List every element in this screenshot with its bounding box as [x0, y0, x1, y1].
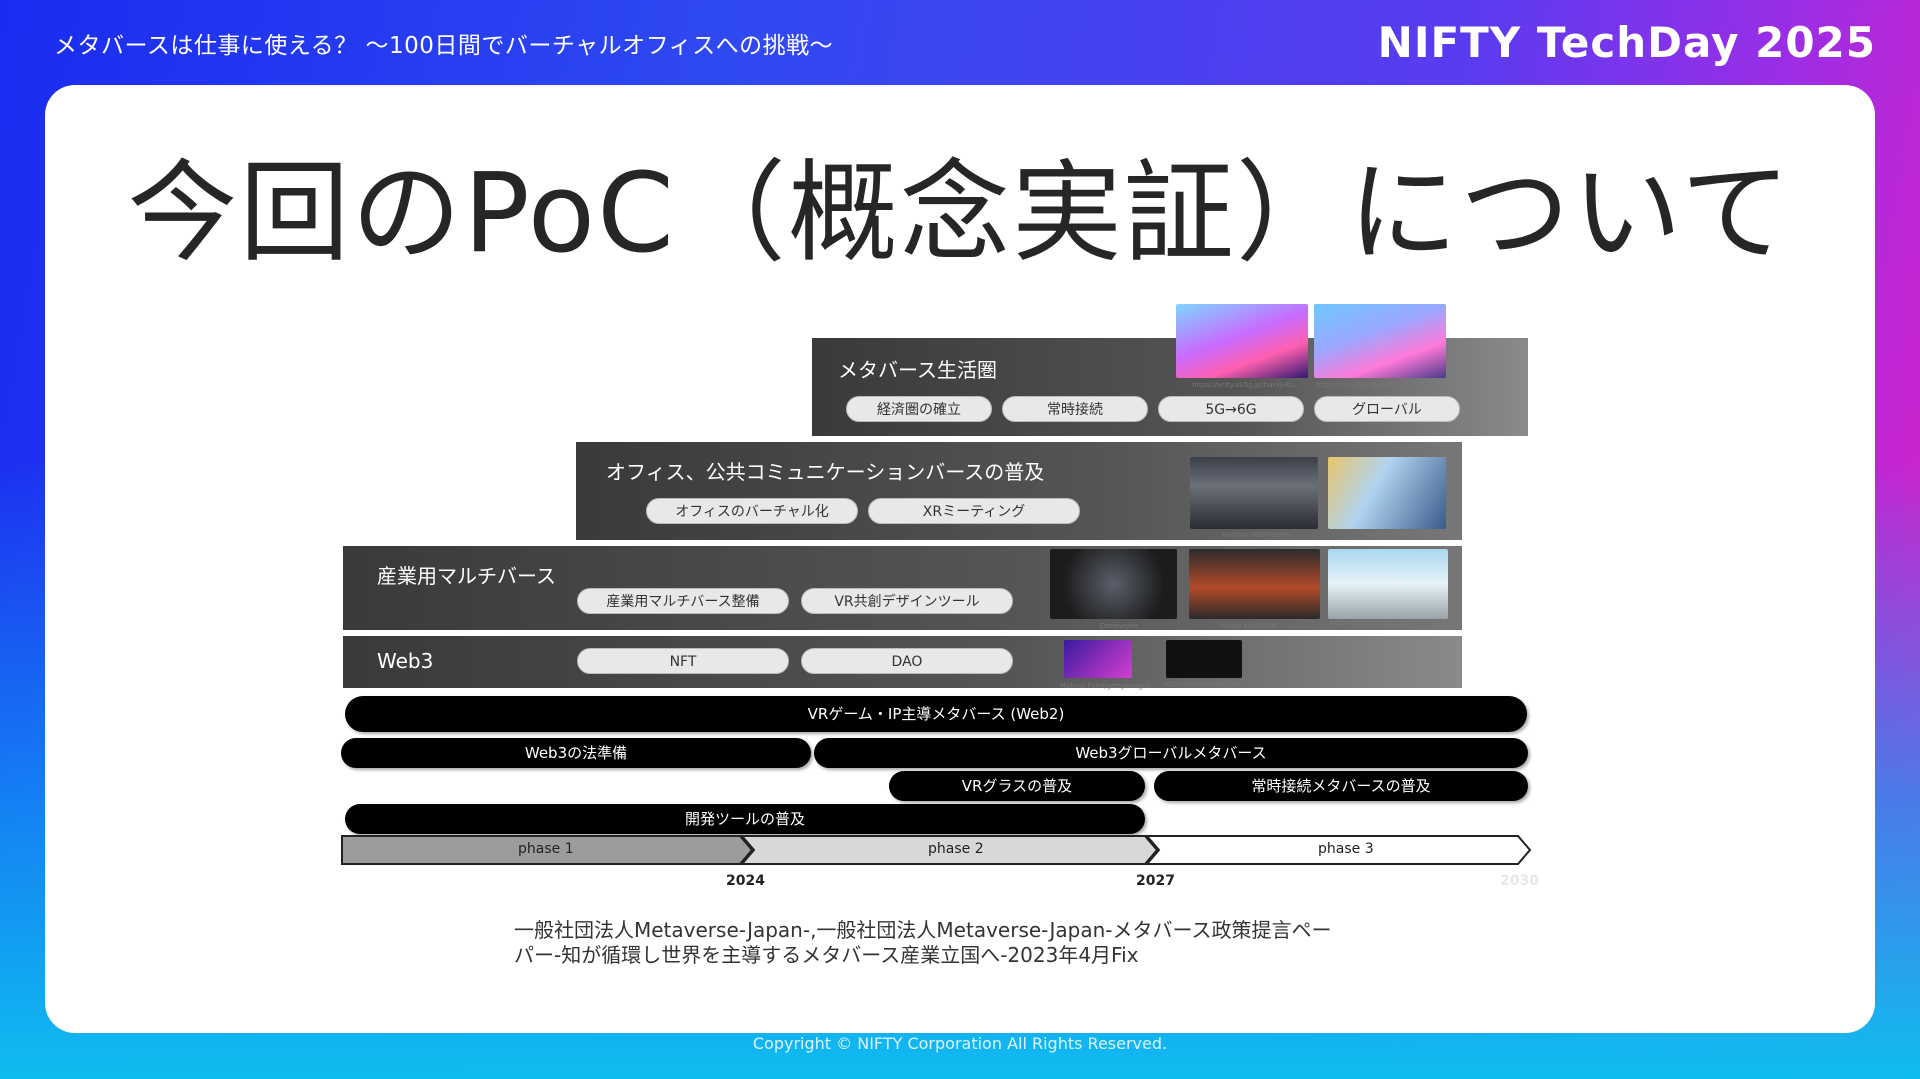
vr-design-image [1328, 549, 1448, 619]
citation-line-1: 一般社団法人Metaverse-Japan-,一般社団法人Metaverse-J… [514, 918, 1332, 942]
omniverse-image [1050, 549, 1177, 619]
pill-global: グローバル [1314, 396, 1460, 422]
image-caption: https://videotaku.com/... [1164, 680, 1250, 688]
pill-industrial-multiverse: 産業用マルチバース整備 [577, 588, 789, 614]
layer-web3: Web3 NFT DAO [343, 636, 1462, 688]
cocoela-image [1314, 304, 1446, 378]
year-2024: 2024 [726, 873, 765, 889]
pill-5g-6g: 5G→6G [1158, 396, 1304, 422]
bar-vr-glass: VRグラスの普及 [889, 771, 1145, 801]
year-2030: 2030 [1500, 873, 1539, 889]
image-caption: Makino Fumi/gettyimages [1060, 682, 1151, 690]
slide-title: 今回のPoC（概念実証）について [127, 149, 1793, 277]
bar-always-on-metaverse: 常時接続メタバースの普及 [1154, 771, 1528, 801]
nvidia-holodeck-image [1189, 549, 1320, 619]
pill-economy: 経済圏の確立 [846, 396, 992, 422]
horizon-workrooms-image [1190, 457, 1318, 529]
nifty-techday-logo: NIFTY TechDay 2025 [1377, 18, 1876, 67]
image-caption: https://ameblo.jp/... [1330, 619, 1399, 627]
year-2027: 2027 [1136, 873, 1175, 889]
bar-web3-law: Web3の法準備 [341, 738, 811, 768]
pill-always-connected: 常時接続 [1002, 396, 1148, 422]
layer-title: オフィス、公共コミュニケーションバースの普及 [606, 460, 1045, 484]
bar-dev-tools: 開発ツールの普及 [345, 804, 1145, 834]
pill-vr-design-tool: VR共創デザインツール [801, 588, 1013, 614]
copyright: Copyright © NIFTY Corporation All Rights… [752, 1034, 1168, 1053]
image-caption: https://cocoela.world/instagram/gen [1316, 381, 1443, 389]
layer-title: Web3 [377, 649, 434, 673]
talk-title: メタバースは仕事に使える？ 〜100日間でバーチャルオフィスへの挑戦〜 [54, 33, 834, 59]
layer-title: 産業用マルチバース [377, 564, 556, 588]
pill-dao: DAO [801, 648, 1013, 674]
phase-3-label: phase 3 [1318, 841, 1374, 857]
image-caption: Horizon Worlds [1364, 531, 1417, 539]
citation-line-2: パー-知が循環し世界を主導するメタバース産業立国へ-2023年4月Fix [514, 943, 1139, 967]
horizon-worlds-image [1328, 457, 1446, 529]
image-caption: https://vcity.au5g.jp/harajuku [1192, 381, 1295, 389]
pill-xr-meeting: XRミーティング [868, 498, 1080, 524]
image-caption: Horizon Workrooms [1222, 531, 1291, 539]
dao-image [1166, 640, 1242, 678]
pill-nft: NFT [577, 648, 789, 674]
pill-virtual-office: オフィスのバーチャル化 [646, 498, 858, 524]
image-caption: Omniverse [1100, 622, 1138, 630]
citation: 一般社団法人Metaverse-Japan-,一般社団法人Metaverse-J… [514, 918, 1332, 968]
harajuku-image [1176, 304, 1308, 378]
bar-web3-global: Web3グローバルメタバース [814, 738, 1528, 768]
nft-image [1064, 640, 1132, 678]
image-caption: nvidia holodeck [1220, 622, 1276, 630]
layer-title: メタバース生活圏 [838, 358, 997, 382]
phase-1-label: phase 1 [518, 841, 574, 857]
phase-2-label: phase 2 [928, 841, 984, 857]
bar-vr-game-ip: VRゲーム・IP主導メタバース (Web2) [345, 696, 1527, 732]
